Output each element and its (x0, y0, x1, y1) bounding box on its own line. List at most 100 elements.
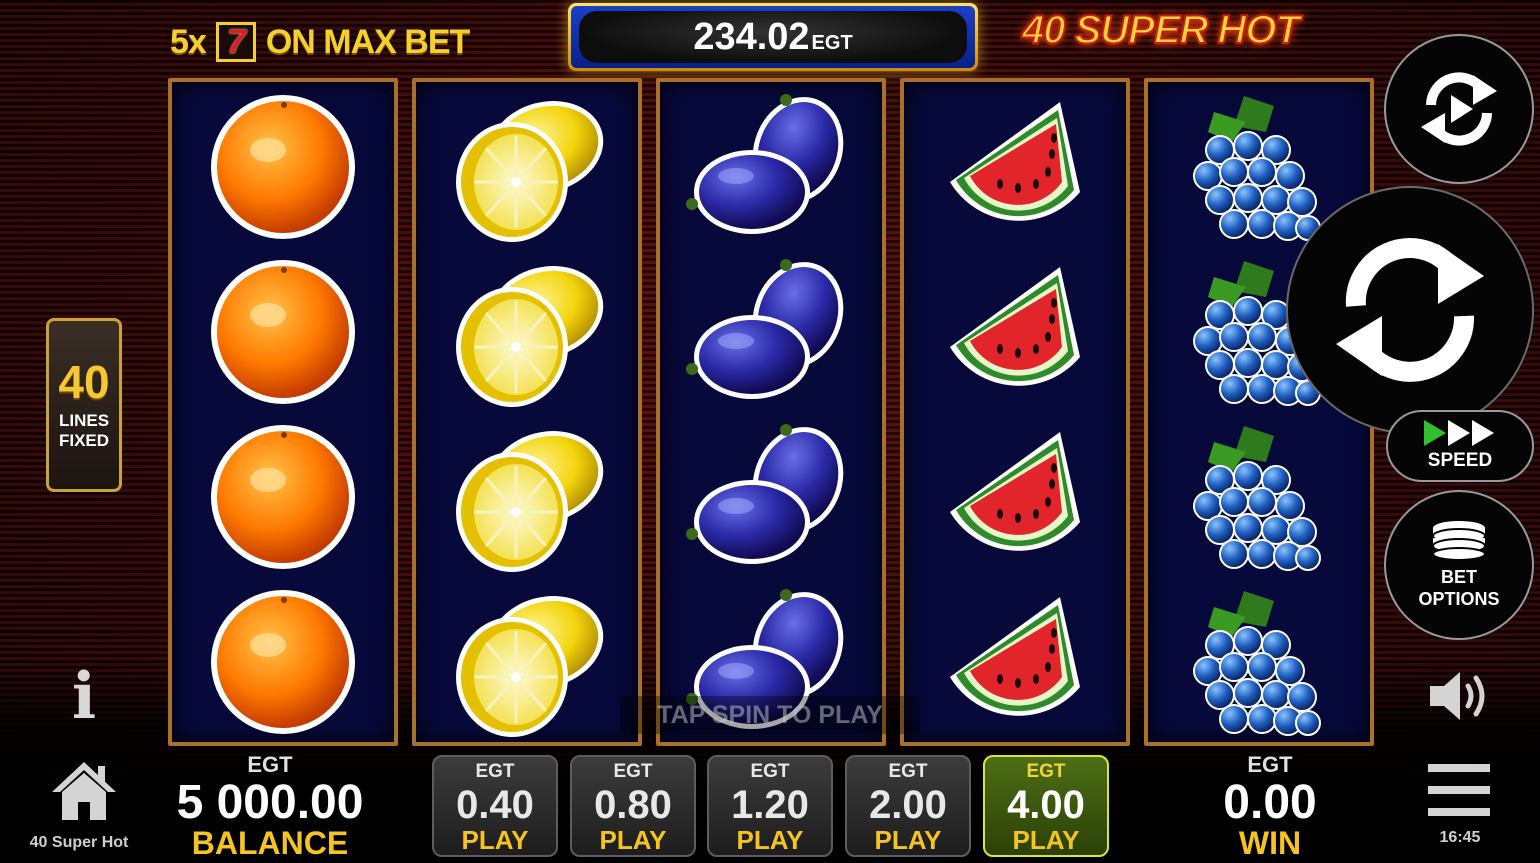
watermelon-icon (950, 101, 1080, 221)
fast-forward-icon (1424, 420, 1494, 446)
watermelon-icon (950, 431, 1080, 551)
plum-icon (686, 93, 844, 234)
win-label: WIN (1238, 825, 1302, 861)
promo-multiplier: 5x (170, 22, 207, 61)
lemon-icon (456, 430, 604, 572)
bet-value: 0.80 (594, 783, 672, 827)
lines-label-line2: FIXED (58, 431, 110, 450)
bet-options-button[interactable]: BET OPTIONS (1384, 490, 1534, 640)
bet-play-label: PLAY (874, 825, 942, 855)
lines-label-line1: LINES (58, 411, 110, 430)
autoplay-button[interactable] (1384, 34, 1534, 184)
balance-currency: EGT (247, 752, 293, 777)
game-logo: 40 SUPER HOT (1021, 7, 1301, 53)
bet-currency: EGT (613, 761, 653, 782)
bet-value: 1.20 (731, 783, 809, 827)
speed-button[interactable]: SPEED (1386, 410, 1534, 482)
jackpot-currency: EGT (811, 31, 853, 54)
plum-icon (686, 423, 844, 564)
lemon-icon (456, 595, 604, 737)
orange-symbol (172, 249, 394, 414)
bet-value: 2.00 (869, 783, 947, 827)
speed-label: SPEED (1427, 450, 1493, 471)
orange-symbol (172, 414, 394, 579)
bet-currency: EGT (888, 761, 928, 782)
seven-icon: 7 (215, 22, 256, 62)
reel-4 (900, 78, 1130, 746)
reel-1 (168, 78, 398, 746)
promo-text: ON MAX BET (265, 22, 470, 61)
bet-options-line1: BET (1440, 567, 1477, 587)
orange-icon (211, 259, 355, 404)
plum-symbol (660, 84, 882, 249)
orange-symbol (172, 84, 394, 249)
spin-button[interactable] (1286, 186, 1534, 434)
win-value: 0.00 (1223, 776, 1317, 829)
watermelon-symbol (904, 414, 1126, 579)
bet-currency: EGT (475, 761, 515, 782)
jackpot-frame: 234.02 EGT (571, 6, 975, 68)
orange-icon (211, 94, 355, 239)
watermelon-symbol (904, 84, 1126, 249)
grapes-symbol (1148, 579, 1370, 744)
lemon-icon (456, 100, 604, 242)
orange-symbol (172, 579, 394, 744)
bet-play-label: PLAY (461, 825, 529, 855)
watermelon-icon (950, 266, 1080, 386)
jackpot-meter: 234.02 EGT (568, 3, 978, 71)
balance-label: BALANCE (191, 825, 349, 861)
plum-symbol (660, 249, 882, 414)
lemon-symbol (416, 579, 638, 744)
bet-button-1[interactable]: EGT 0.80 PLAY (570, 755, 696, 857)
home-icon[interactable] (50, 760, 118, 822)
watermelon-symbol (904, 579, 1126, 744)
autoplay-icon (1421, 72, 1497, 146)
bet-button-4[interactable]: EGT 4.00 PLAY (983, 755, 1109, 857)
menu-icon[interactable] (1428, 764, 1490, 816)
lemon-symbol (416, 414, 638, 579)
bet-play-label: PLAY (736, 825, 804, 855)
jackpot-display: 234.02 EGT (579, 11, 967, 63)
bet-value: 4.00 (1007, 783, 1085, 827)
lines-count: 40 (58, 356, 110, 408)
grapes-symbol (1148, 414, 1370, 579)
grapes-icon (1193, 95, 1321, 241)
balance-display: EGT 5 000.00 BALANCE (160, 752, 380, 861)
grapes-icon (1193, 425, 1321, 571)
max-bet-promo: 5x 7 ON MAX BET (170, 18, 470, 66)
reel-3 (656, 78, 886, 746)
game-name: 40 Super Hot (29, 834, 129, 851)
lines-label: LINES FIXED (59, 411, 109, 451)
jackpot-value: 234.02 (693, 15, 810, 58)
coins-icon (1432, 521, 1486, 560)
lemon-icon (456, 265, 604, 407)
sound-icon[interactable] (1428, 668, 1494, 724)
plum-icon (686, 258, 844, 399)
reel-2 (412, 78, 642, 746)
spin-icon (1336, 238, 1484, 382)
tap-spin-hint: TAP SPIN TO PLAY (620, 696, 920, 734)
info-icon[interactable]: i (60, 664, 108, 730)
game-screen: 5x 7 ON MAX BET 234.02 EGT 40 SUPER HOT … (0, 0, 1540, 863)
win-currency: EGT (1247, 752, 1293, 777)
orange-icon (211, 424, 355, 569)
bet-value: 0.40 (456, 783, 534, 827)
bet-button-2[interactable]: EGT 1.20 PLAY (707, 755, 833, 857)
lemon-symbol (416, 249, 638, 414)
watermelon-symbol (904, 249, 1126, 414)
bet-button-3[interactable]: EGT 2.00 PLAY (845, 755, 971, 857)
bet-button-0[interactable]: EGT 0.40 PLAY (432, 755, 558, 857)
plum-symbol (660, 414, 882, 579)
bet-options-line2: OPTIONS (1418, 589, 1500, 609)
grapes-icon (1193, 590, 1321, 736)
bet-currency: EGT (750, 761, 790, 782)
bet-currency: EGT (1026, 761, 1066, 782)
watermelon-icon (950, 596, 1080, 716)
lemon-symbol (416, 84, 638, 249)
lines-fixed-badge: 40 LINES FIXED (46, 318, 122, 492)
win-display: EGT 0.00 WIN (1160, 752, 1380, 861)
bet-play-label: PLAY (599, 825, 667, 855)
bet-play-label: PLAY (1012, 825, 1080, 855)
bet-options-label: BET OPTIONS (1418, 566, 1499, 610)
orange-icon (211, 589, 355, 734)
